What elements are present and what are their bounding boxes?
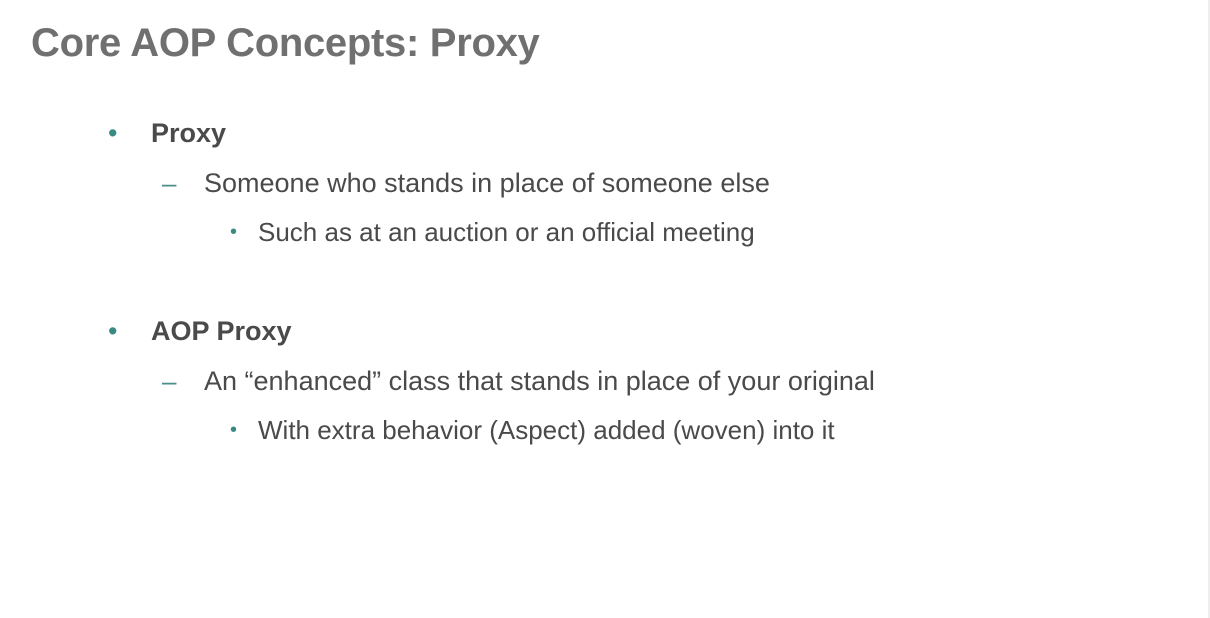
detail-bullet-text: With extra behavior (Aspect) added (wove…	[258, 415, 835, 445]
dash-icon: –	[162, 366, 177, 396]
bullet-dot-icon: •	[108, 316, 118, 346]
sub-bullet-text: An “enhanced” class that stands in place…	[204, 366, 875, 396]
sub-bullet-text: Someone who stands in place of someone e…	[204, 168, 770, 198]
bullet-heading: Proxy	[151, 118, 227, 148]
bullet-dot-icon: •	[230, 419, 238, 441]
bullet-dot-icon: •	[108, 118, 118, 148]
bullet-aop-proxy: • AOP Proxy	[108, 313, 292, 349]
bullet-dot-icon: •	[230, 221, 238, 243]
detail-bullet-proxy-example: • Such as at an auction or an official me…	[230, 214, 755, 253]
bullet-heading: AOP Proxy	[151, 316, 292, 346]
slide: Core AOP Concepts: Proxy • Proxy – Someone…	[0, 0, 1208, 618]
dash-icon: –	[162, 168, 177, 198]
slide-title: Core AOP Concepts: Proxy	[31, 21, 540, 65]
detail-bullet-text: Such as at an auction or an official mee…	[258, 217, 755, 247]
sub-bullet-aop-proxy-definition: – An “enhanced” class that stands in plac…	[162, 363, 875, 399]
bullet-proxy: • Proxy	[108, 115, 226, 151]
detail-bullet-aop-proxy-behavior: • With extra behavior (Aspect) added (wov…	[230, 412, 835, 451]
sub-bullet-proxy-definition: – Someone who stands in place of someone …	[162, 165, 770, 201]
